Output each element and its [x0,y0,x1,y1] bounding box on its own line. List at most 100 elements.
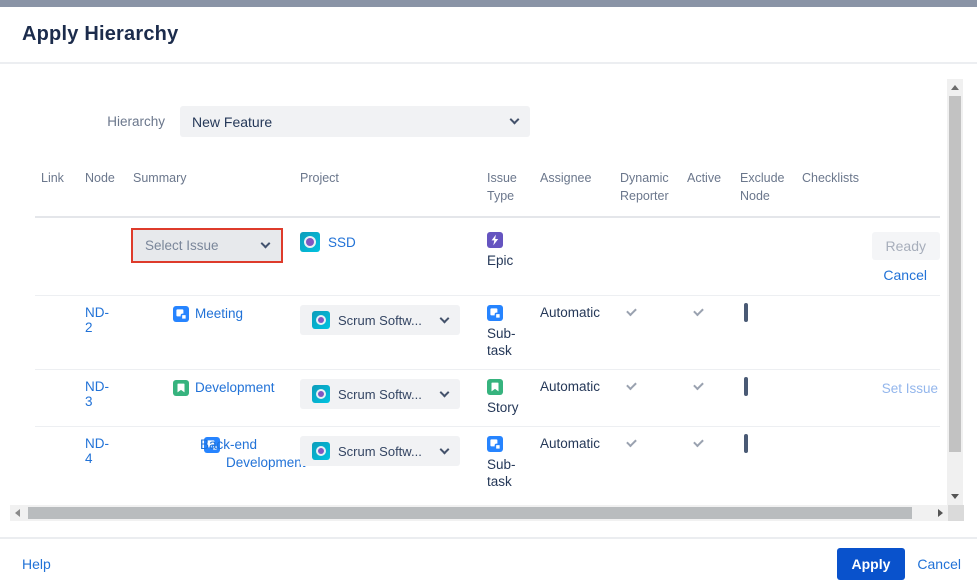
cell-dynamic-reporter [614,305,681,320]
ready-button[interactable]: Ready [872,232,940,260]
chevron-down-icon [261,239,271,249]
issue-type-label: Sub- task [487,325,534,359]
cell-assignee: Automatic [534,305,614,320]
exclude-node-checkbox[interactable] [744,434,748,453]
hierarchy-label: Hierarchy [103,114,165,129]
subtask-icon [487,305,503,321]
cell-issue-type: Sub- task [481,305,534,359]
col-header-checklists: Checklists [796,169,855,187]
project-select-value: Scrum Softw... [338,387,422,402]
assignee-value: Automatic [540,379,600,394]
exclude-node-checkbox[interactable] [744,377,748,396]
project-select[interactable]: Scrum Softw... [300,436,460,466]
assignee-value: Automatic [540,305,600,320]
select-issue-highlight: Select Issue [131,228,283,263]
table-row-new-issue: Select Issue SSD Epic [35,218,940,296]
node-link[interactable]: ND- 3 [85,379,109,409]
cell-project: SSD [294,228,481,252]
apply-button[interactable]: Apply [837,548,906,580]
project-avatar-icon [300,232,320,252]
assignee-value: Automatic [540,436,600,451]
hierarchy-select-value: New Feature [192,114,272,130]
table-row-nd2: ND- 2 Meeting Scrum Softw... [35,296,940,370]
subtask-icon [487,436,503,452]
project-avatar-icon [312,442,330,460]
cell-issue-type: Story [481,379,534,416]
cell-node: ND- 3 [79,379,127,409]
table-header-row: Link Node Summary Project Issue Type Ass… [35,169,940,218]
vertical-scrollbar[interactable] [947,79,963,505]
exclude-node-checkbox[interactable] [744,303,748,322]
cancel-link[interactable]: Cancel [917,556,961,572]
chevron-down-icon [440,444,450,454]
cell-assignee: Automatic [534,436,614,451]
vertical-scrollbar-thumb[interactable] [949,96,961,452]
cell-node: ND- 4 [79,436,127,466]
hierarchy-select[interactable]: New Feature [180,106,530,137]
cell-summary: Meeting [127,305,294,323]
cell-summary: Select Issue [127,228,294,263]
horizontal-scrollbar-thumb[interactable] [28,507,912,519]
cell-active [681,379,734,394]
table-row-nd3: ND- 3 Development Scrum Softw... [35,370,940,427]
chevron-down-icon [440,313,450,323]
cell-assignee: Automatic [534,379,614,394]
scroll-left-arrow-icon[interactable] [15,509,20,517]
story-icon [173,380,189,396]
select-issue-dropdown[interactable]: Select Issue [133,230,281,261]
cell-project: Scrum Softw... [294,305,481,335]
cell-project: Scrum Softw... [294,379,481,409]
cell-dynamic-reporter [614,379,681,394]
cell-summary: Back-end Development [127,436,294,472]
row-cancel-link[interactable]: Cancel [883,267,927,283]
col-header-node: Node [79,169,127,187]
chevron-down-icon [510,115,520,125]
node-link[interactable]: ND- 4 [85,436,109,466]
summary-link[interactable]: Meeting [195,305,243,323]
select-issue-placeholder: Select Issue [145,238,219,253]
col-header-project: Project [294,169,481,187]
cell-project: Scrum Softw... [294,436,481,466]
hierarchy-field-row: Hierarchy New Feature [103,106,947,137]
node-link[interactable]: ND- 2 [85,305,109,335]
col-header-link: Link [35,169,79,187]
help-link[interactable]: Help [22,556,51,572]
col-header-active: Active [681,169,734,187]
cell-actions: Set Issue [855,379,940,396]
story-icon [487,379,503,395]
hierarchy-table: Link Node Summary Project Issue Type Ass… [35,169,940,505]
subtask-icon [173,306,189,322]
scrollbar-corner [948,505,964,521]
cell-issue-type: Epic [481,228,534,269]
cell-active [681,305,734,320]
cell-issue-type: Sub- task [481,436,534,490]
col-header-assignee: Assignee [534,169,614,187]
cell-dynamic-reporter [614,436,681,451]
project-avatar-icon [312,311,330,329]
dialog-header: Apply Hierarchy [0,7,977,64]
cell-exclude-node [734,305,796,320]
scroll-down-arrow-icon[interactable] [951,494,959,499]
scroll-right-arrow-icon[interactable] [938,509,943,517]
issue-type-label: Story [487,399,534,416]
epic-icon [487,232,503,248]
summary-link[interactable]: Back-end Development [200,436,306,472]
summary-link[interactable]: Development [195,379,275,397]
dialog-scroll-area: Hierarchy New Feature Link Node Summary … [0,66,947,505]
table-row-nd4: ND- 4 Back-end Development Scrum Softw..… [35,427,940,505]
project-link[interactable]: SSD [328,235,356,250]
horizontal-scrollbar[interactable] [10,505,948,521]
project-select[interactable]: Scrum Softw... [300,305,460,335]
chevron-down-icon [440,387,450,397]
scroll-up-arrow-icon[interactable] [951,85,959,90]
col-header-issue-type: Issue Type [481,169,534,205]
cell-actions: Ready Cancel [855,228,940,283]
cell-active [681,436,734,451]
set-issue-link[interactable]: Set Issue [882,381,938,396]
project-select[interactable]: Scrum Softw... [300,379,460,409]
page-title: Apply Hierarchy [22,23,178,46]
issue-type-label: Epic [487,252,534,269]
project-select-value: Scrum Softw... [338,444,422,459]
cell-node: ND- 2 [79,305,127,335]
issue-type-label: Sub- task [487,456,534,490]
